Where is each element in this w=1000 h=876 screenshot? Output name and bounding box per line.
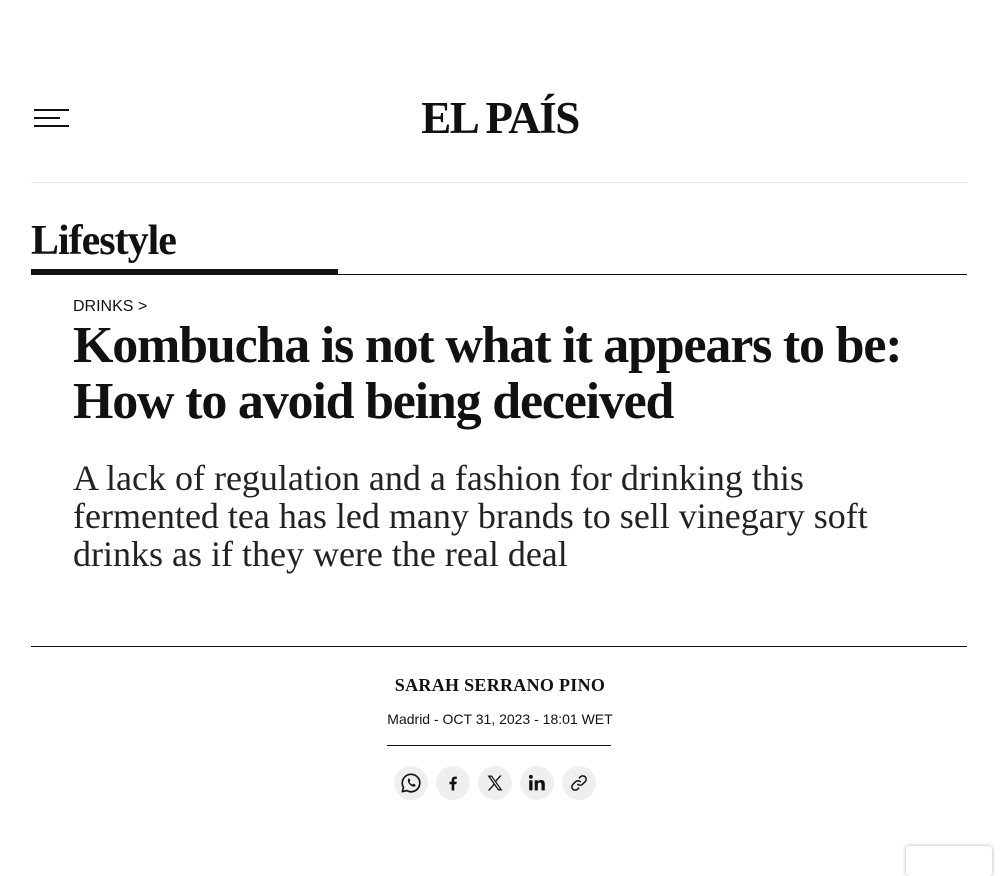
share-link-button[interactable]	[562, 766, 596, 800]
article-dateline: Madrid - OCT 31, 2023 - 18:01 WET	[387, 711, 613, 727]
share-bar	[394, 766, 596, 800]
kicker-link[interactable]: DRINKS >	[73, 297, 147, 317]
section-divider	[31, 274, 967, 275]
share-x-button[interactable]	[478, 766, 512, 800]
share-linkedin-button[interactable]	[520, 766, 554, 800]
dateline-divider	[387, 745, 611, 746]
share-facebook-button[interactable]	[436, 766, 470, 800]
x-icon	[487, 775, 503, 791]
byline-divider	[31, 646, 967, 647]
article-standfirst: A lack of regulation and a fashion for d…	[73, 458, 868, 574]
site-header: EL PAÍS	[0, 0, 1000, 183]
corner-widget[interactable]	[906, 846, 992, 876]
section-title[interactable]: Lifestyle	[31, 214, 177, 268]
header-divider	[31, 182, 967, 183]
author-link[interactable]: SARAH SERRANO PINO	[0, 675, 1000, 696]
linkedin-icon	[528, 774, 545, 791]
article-headline: Kombucha is not what it appears to be: H…	[73, 317, 903, 430]
link-icon	[571, 775, 587, 791]
el-pais-logo[interactable]: EL PAÍS	[0, 92, 1000, 144]
whatsapp-icon	[401, 773, 421, 793]
share-whatsapp-button[interactable]	[394, 766, 428, 800]
facebook-icon	[449, 776, 457, 791]
